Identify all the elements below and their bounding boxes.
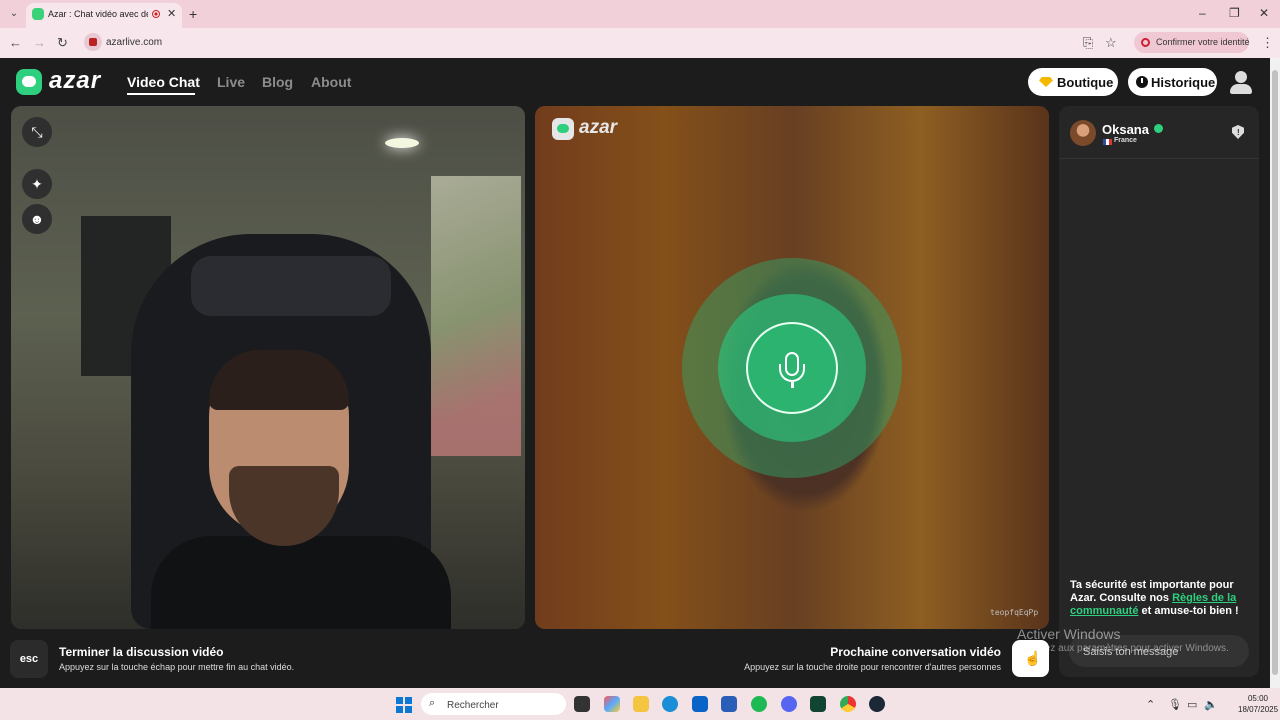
partner-avatar[interactable]	[1070, 120, 1096, 146]
azar-favicon-icon	[32, 8, 44, 20]
boutique-button[interactable]: Boutique	[1028, 68, 1118, 96]
omnibox[interactable]	[80, 31, 1126, 54]
minimize-video-icon[interactable]: ⤡	[22, 117, 52, 147]
face-filter-icon[interactable]: ☻	[22, 204, 52, 234]
wall-painting	[431, 176, 521, 456]
gem-icon	[1039, 77, 1053, 87]
person-shirt	[151, 536, 451, 629]
back-icon[interactable]: ←	[9, 35, 22, 50]
activate-windows-hint: Accédez aux paramètres pour activer Wind…	[1017, 643, 1229, 654]
chrome-icon[interactable]	[840, 696, 856, 712]
partner-country: France	[1114, 137, 1137, 144]
end-chat-title: Terminer la discussion vidéo	[59, 645, 224, 659]
tray-network-icon[interactable]: ▭	[1187, 698, 1197, 711]
nav-live[interactable]: Live	[217, 74, 245, 90]
nav-about[interactable]: About	[311, 74, 351, 90]
close-tab-icon[interactable]: ✕	[167, 7, 176, 20]
taskbar-search-input[interactable]	[445, 693, 564, 717]
clock-icon	[1136, 76, 1148, 88]
browser-tabbar: ⌄ Azar : Chat vidéo avec de n ✕ + – ❐ ✕	[0, 0, 1280, 28]
chat-header: Oksana France !	[1059, 106, 1259, 159]
file-explorer-icon[interactable]	[633, 696, 649, 712]
report-shield-mark: !	[1237, 128, 1240, 137]
spotify-icon[interactable]	[751, 696, 767, 712]
partner-name[interactable]: Oksana	[1102, 122, 1149, 137]
france-flag-icon	[1103, 139, 1112, 145]
nav-video-chat[interactable]: Video Chat	[127, 74, 200, 90]
safety-suffix: et amuse-toi bien !	[1138, 605, 1239, 617]
reload-icon[interactable]: ↻	[57, 35, 68, 51]
bookmark-star-icon[interactable]: ☆	[1105, 35, 1117, 51]
tray-mic-icon[interactable]: 🎙	[1168, 698, 1182, 711]
esc-key-button[interactable]: esc	[10, 640, 48, 678]
next-chat-title: Prochaine conversation vidéo	[830, 645, 1001, 659]
record-icon	[1141, 38, 1150, 47]
safety-notice: Ta sécurité est importante pour Azar. Co…	[1070, 579, 1255, 618]
profile-avatar-icon[interactable]	[1229, 70, 1253, 94]
app-icon[interactable]	[810, 696, 826, 712]
store-icon[interactable]	[721, 696, 737, 712]
taskbar-search[interactable]: ⌕	[421, 693, 566, 717]
historique-label: Historique	[1151, 75, 1216, 90]
task-view-icon[interactable]	[574, 696, 590, 712]
restore-icon[interactable]: ❐	[1229, 6, 1240, 20]
next-chat-hint: Appuyez sur la touche droite pour rencon…	[744, 662, 1001, 672]
verified-icon	[1154, 124, 1163, 133]
confirm-identity-button[interactable]: Confirmer votre identité	[1134, 32, 1250, 53]
site-info-icon[interactable]	[84, 33, 102, 51]
minimize-icon[interactable]: –	[1199, 6, 1206, 20]
local-video: ⤡ ✦ ☻	[11, 106, 525, 629]
recording-icon	[152, 10, 160, 18]
chair-headrest	[191, 256, 391, 316]
discord-icon[interactable]	[781, 696, 797, 712]
microphone-icon-stem	[791, 382, 794, 388]
taskbar-clock[interactable]: 05:00 18/07/2025	[1238, 693, 1278, 715]
install-app-icon[interactable]: ⎘	[1083, 35, 1093, 51]
scrollbar-thumb[interactable]	[1272, 70, 1278, 675]
close-window-icon[interactable]: ✕	[1259, 6, 1269, 20]
chat-panel: Oksana France ! Ta sécurité est importan…	[1059, 106, 1259, 677]
end-chat-hint: Appuyez sur la touche échap pour mettre …	[59, 662, 295, 672]
person-hair	[209, 350, 349, 410]
copilot-icon[interactable]	[604, 696, 620, 712]
browser-tab[interactable]: Azar : Chat vidéo avec de n ✕	[26, 3, 182, 28]
azar-logo-icon[interactable]	[16, 69, 42, 95]
search-icon: ⌕	[429, 697, 436, 709]
nav-blog[interactable]: Blog	[262, 74, 293, 90]
edge-icon[interactable]	[662, 696, 678, 712]
taskbar-time: 05:00	[1247, 694, 1268, 703]
address-bar: ← → ↻ azarlive.com ⎘ ☆ Confirmer votre i…	[0, 28, 1280, 58]
tab-search-chevron-icon[interactable]: ⌄	[6, 6, 22, 22]
session-code: teopfqEqPp	[990, 608, 1039, 617]
azar-watermark-icon	[552, 118, 574, 140]
remote-video: azar teopfqEqPp	[535, 106, 1049, 629]
confirm-identity-label: Confirmer votre identité	[1156, 37, 1250, 47]
nav-active-underline	[127, 93, 195, 95]
forward-icon[interactable]: →	[33, 35, 46, 50]
azar-watermark-text: azar	[579, 117, 618, 138]
boutique-label: Boutique	[1057, 75, 1114, 90]
tab-title: Azar : Chat vidéo avec de n	[48, 9, 148, 19]
ceiling-lamp	[385, 138, 419, 148]
tray-chevron-icon[interactable]: ⌃	[1146, 698, 1155, 711]
azar-logo-text[interactable]: azar	[49, 67, 101, 95]
outlook-icon[interactable]	[692, 696, 708, 712]
tray-volume-icon[interactable]: 🔈	[1204, 698, 1218, 711]
windows-start-icon[interactable]	[396, 697, 412, 713]
historique-button[interactable]: Historique	[1128, 68, 1217, 96]
browser-menu-icon[interactable]: ⋮	[1261, 35, 1274, 51]
taskbar-date: 18/07/2025	[1238, 705, 1279, 714]
effects-sparkle-icon[interactable]: ✦	[22, 169, 52, 199]
new-tab-icon[interactable]: +	[189, 6, 197, 22]
url-text[interactable]: azarlive.com	[106, 37, 162, 48]
steam-icon[interactable]	[869, 696, 885, 712]
activate-windows-title: Activer Windows	[1017, 626, 1121, 642]
